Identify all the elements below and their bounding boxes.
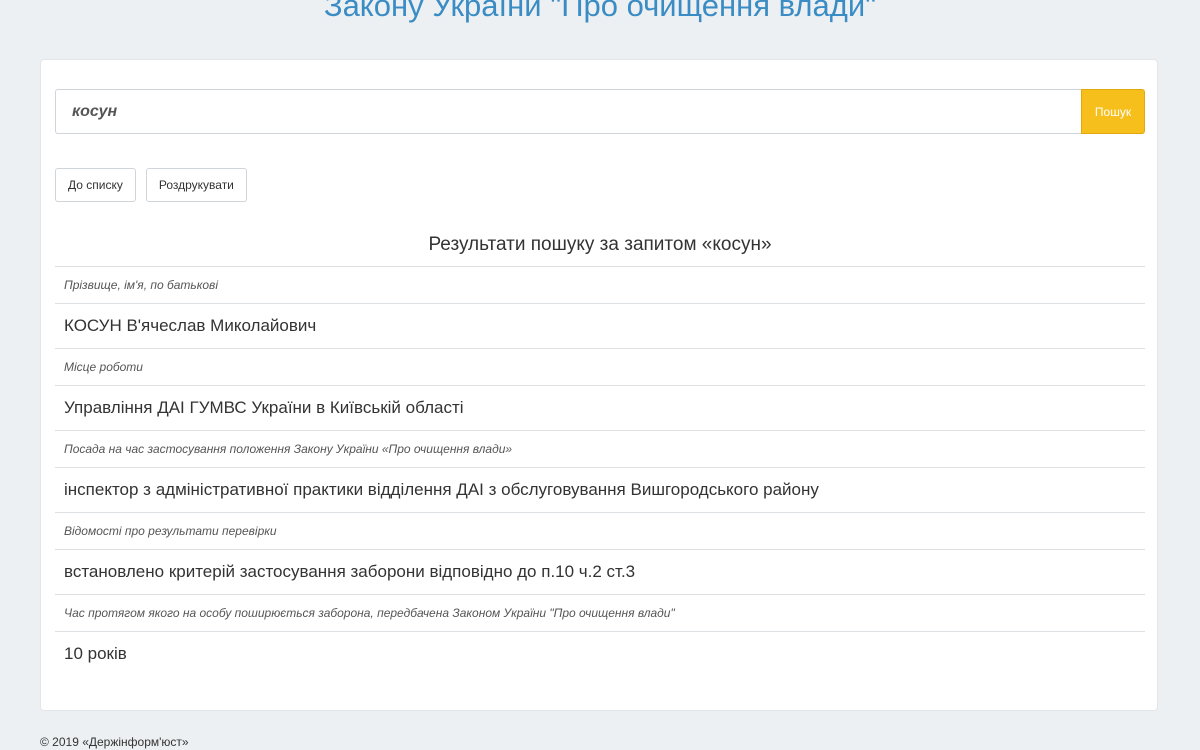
print-button[interactable]: Роздрукувати: [145, 168, 247, 202]
search-button[interactable]: Пошук: [1081, 89, 1145, 134]
page-title: Закону України "Про очищення влади": [323, 0, 877, 23]
results-title: Результати пошуку за запитом «косун»: [428, 234, 772, 255]
field-value-position: інспектор з адміністративної практики ві…: [55, 467, 1145, 512]
search-input[interactable]: [55, 89, 1081, 134]
field-label-workplace: Місце роботи: [55, 348, 1145, 385]
results-panel: Пошук До списку Роздрукувати Результати …: [40, 59, 1158, 711]
field-label-position: Посада на час застосування положення Зак…: [55, 430, 1145, 467]
results-table: Прізвище, ім'я, по батькові КОСУН В'ячес…: [55, 266, 1145, 676]
field-label-ban-duration: Час протягом якого на особу поширюється …: [55, 594, 1145, 631]
action-buttons: До списку Роздрукувати: [55, 168, 247, 202]
field-label-check-results: Відомості про результати перевірки: [55, 512, 1145, 549]
footer-copyright: © 2019 «Держінформ'юст»: [40, 735, 189, 749]
search-bar: Пошук: [55, 89, 1145, 134]
back-to-list-button[interactable]: До списку: [55, 168, 136, 202]
field-value-ban-duration: 10 років: [55, 631, 1145, 676]
field-value-check-results: встановлено критерій застосування заборо…: [55, 549, 1145, 594]
field-value-workplace: Управління ДАІ ГУМВС України в Київській…: [55, 385, 1145, 430]
field-value-full-name: КОСУН В'ячеслав Миколайович: [55, 303, 1145, 348]
field-label-full-name: Прізвище, ім'я, по батькові: [55, 266, 1145, 303]
